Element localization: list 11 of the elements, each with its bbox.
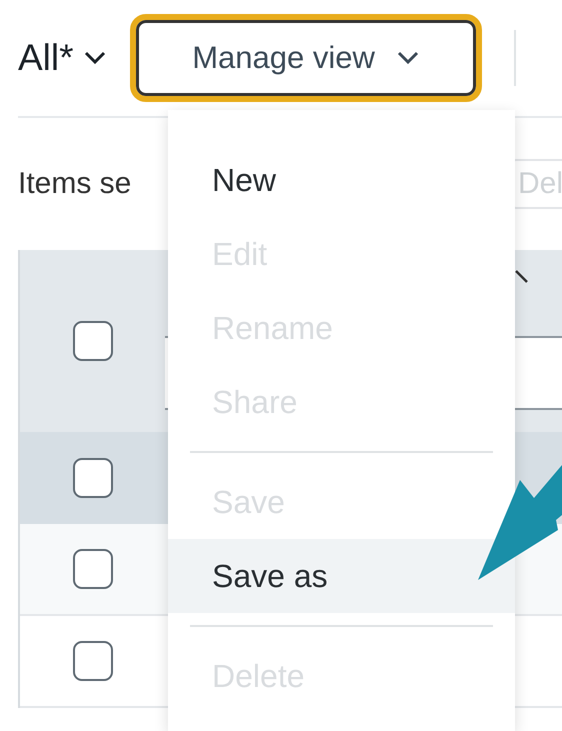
checkbox[interactable] bbox=[72, 549, 112, 589]
sort-icon bbox=[515, 270, 529, 284]
chevron-down-icon bbox=[396, 51, 419, 65]
menu-item[interactable]: New bbox=[168, 143, 292, 217]
checkbox[interactable] bbox=[72, 321, 112, 361]
chevron-down-icon bbox=[84, 51, 106, 65]
checkbox[interactable] bbox=[72, 458, 112, 498]
view-picker[interactable]: All* bbox=[18, 37, 106, 79]
selection-label: Items se bbox=[18, 167, 132, 201]
menu-item[interactable]: Save as bbox=[168, 539, 515, 613]
checkbox[interactable] bbox=[72, 641, 112, 681]
